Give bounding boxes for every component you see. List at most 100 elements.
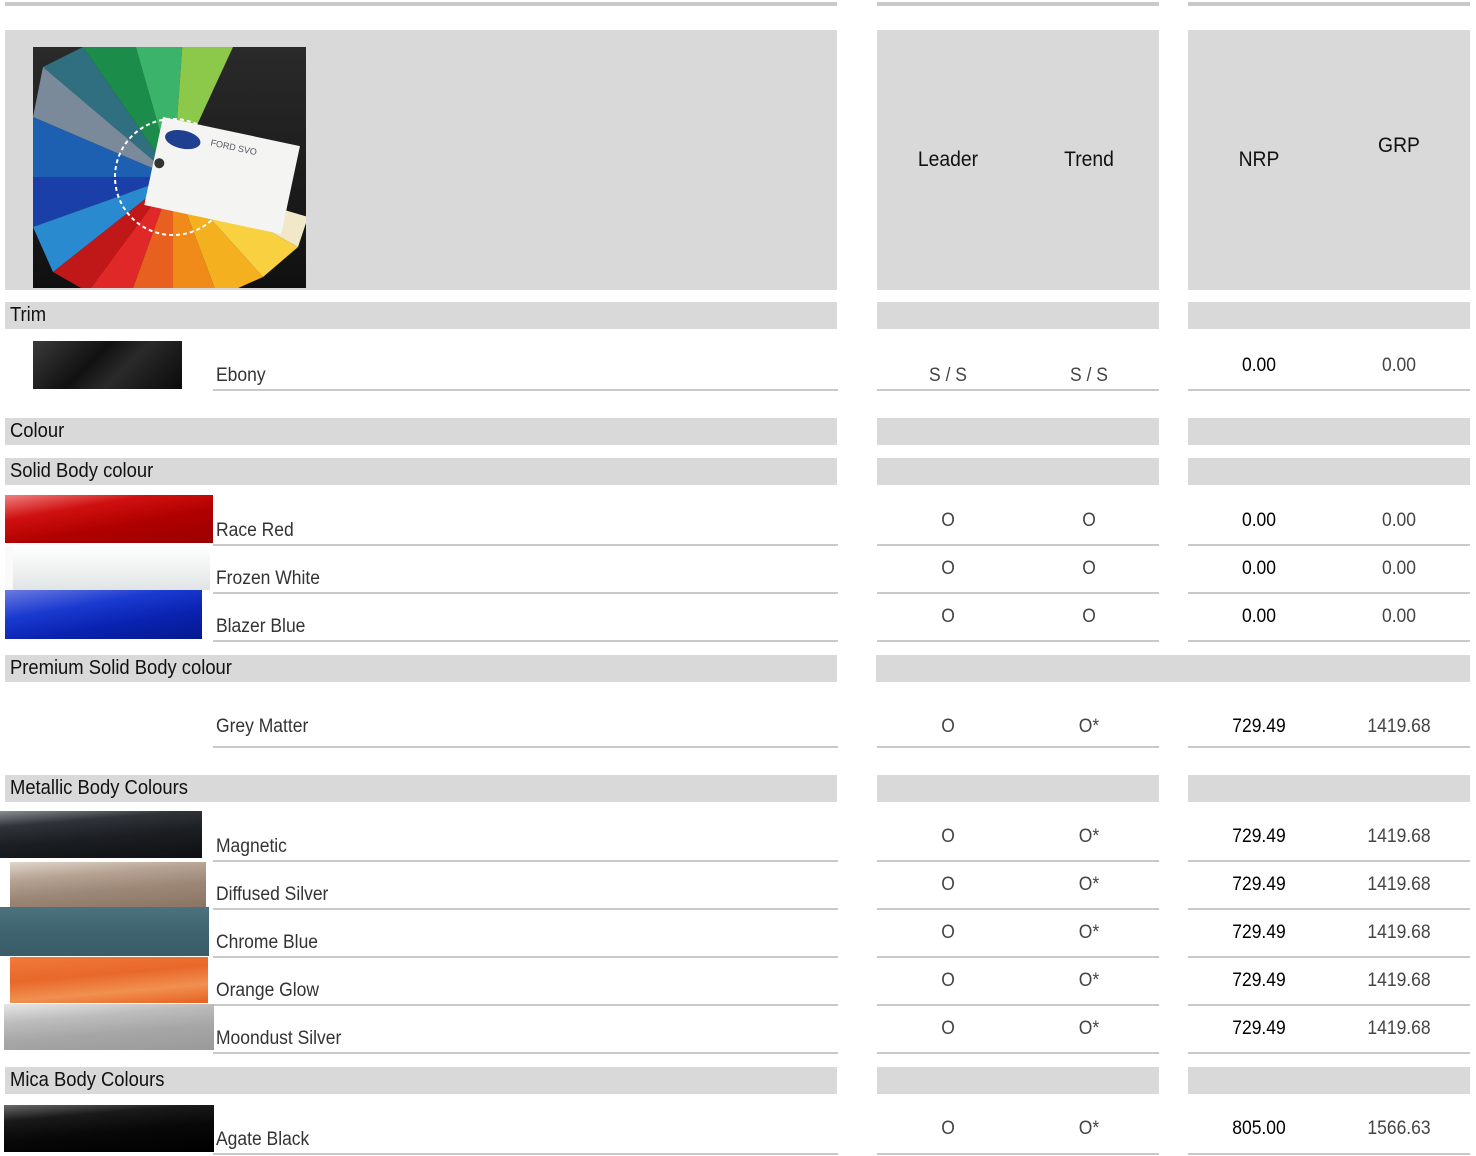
section-bar-colour-mid — [877, 418, 1159, 445]
section-bar-solid-mid — [877, 458, 1159, 485]
trim-swatch-ebony — [33, 341, 182, 389]
top-rule-left — [5, 2, 837, 6]
trend-value: O* — [1078, 922, 1100, 943]
row-underline — [1188, 956, 1470, 958]
paint-fan-deck-image: FORD SVO — [33, 47, 306, 288]
row-name: Frozen White — [216, 568, 320, 589]
row-underline — [213, 1004, 838, 1006]
row-underline — [877, 592, 1159, 594]
section-title-premium: Premium Solid Body colour — [10, 657, 232, 679]
section-title-mica: Mica Body Colours — [10, 1069, 165, 1091]
nrp-value: 729.49 — [1232, 970, 1286, 991]
leader-value: O — [941, 558, 955, 579]
paint-fan-deck-svg: FORD SVO — [33, 47, 306, 288]
nrp-value: 729.49 — [1232, 922, 1286, 943]
nrp-value: 729.49 — [1232, 826, 1286, 847]
row-underline — [877, 640, 1159, 642]
nrp-value: 805.00 — [1232, 1118, 1286, 1139]
grp-value: 1419.68 — [1367, 1018, 1431, 1039]
row-underline — [877, 1153, 1159, 1155]
grp-value: 0.00 — [1381, 606, 1417, 627]
grp-value: 1419.68 — [1367, 826, 1431, 847]
row-underline — [213, 592, 838, 594]
top-rule-middle — [877, 2, 1159, 6]
column-header-leader: Leader — [917, 148, 979, 171]
trend-value: O* — [1078, 1118, 1100, 1139]
leader-value: O — [941, 1018, 955, 1039]
section-bar-trim — [5, 302, 837, 329]
colour-swatch-agate-black — [4, 1105, 214, 1152]
row-underline — [877, 746, 1159, 748]
column-header-trend: Trend — [1064, 148, 1114, 171]
grp-value: 1419.68 — [1367, 716, 1431, 737]
colour-swatch-moondust-silver — [4, 1004, 214, 1050]
row-underline — [1188, 860, 1470, 862]
grp-value: 0.00 — [1381, 510, 1417, 531]
row-underline — [877, 860, 1159, 862]
row-underline — [213, 1052, 838, 1054]
nrp-value: 729.49 — [1232, 874, 1286, 895]
nrp-value: 0.00 — [1241, 355, 1277, 376]
grp-value: 1419.68 — [1367, 970, 1431, 991]
column-header-grp: GRP — [1378, 134, 1420, 157]
nrp-value: 0.00 — [1241, 558, 1277, 579]
section-title-trim: Trim — [10, 304, 47, 326]
colour-swatch-diffused-silver — [10, 862, 206, 907]
row-name: Ebony — [216, 365, 266, 386]
trend-value: O — [1082, 558, 1096, 579]
column-header-nrp: NRP — [1238, 148, 1280, 171]
row-name: Diffused Silver — [216, 884, 329, 905]
row-underline — [1188, 1153, 1470, 1155]
row-underline — [213, 640, 838, 642]
row-underline — [1188, 592, 1470, 594]
row-underline — [877, 956, 1159, 958]
row-name: Race Red — [216, 520, 294, 541]
trend-value: O* — [1078, 874, 1100, 895]
colour-swatch-orange-glow — [10, 957, 208, 1003]
row-underline — [1188, 1052, 1470, 1054]
row-underline — [877, 544, 1159, 546]
leader-value: O — [941, 874, 955, 895]
nrp-value: 729.49 — [1232, 1018, 1286, 1039]
row-underline — [877, 389, 1159, 391]
section-bar-mica-mid — [877, 1067, 1159, 1094]
row-underline — [213, 956, 838, 958]
row-underline — [877, 908, 1159, 910]
row-name: Moondust Silver — [216, 1028, 342, 1049]
trend-value: S / S — [1070, 365, 1108, 386]
section-bar-solid-right — [1188, 458, 1470, 485]
row-name: Grey Matter — [216, 716, 309, 737]
section-bar-mica-right — [1188, 1067, 1470, 1094]
grp-value: 1419.68 — [1367, 922, 1431, 943]
row-underline — [1188, 1004, 1470, 1006]
leader-value: O — [941, 1118, 955, 1139]
trend-value: O — [1082, 510, 1096, 531]
grp-value: 0.00 — [1381, 355, 1417, 376]
trend-value: O* — [1078, 716, 1100, 737]
leader-value: O — [941, 922, 955, 943]
row-underline — [213, 860, 838, 862]
row-underline — [1188, 908, 1470, 910]
row-underline — [1188, 640, 1470, 642]
section-title-colour: Colour — [10, 420, 65, 442]
trend-value: O* — [1078, 826, 1100, 847]
nrp-value: 0.00 — [1241, 510, 1277, 531]
row-underline — [213, 746, 838, 748]
nrp-value: 729.49 — [1232, 716, 1286, 737]
row-name: Agate Black — [216, 1129, 310, 1150]
section-title-solid: Solid Body colour — [10, 460, 154, 482]
row-name: Blazer Blue — [216, 616, 306, 637]
section-bar-colour — [5, 418, 837, 445]
leader-value: O — [941, 510, 955, 531]
grp-value: 1566.63 — [1367, 1118, 1431, 1139]
row-name: Magnetic — [216, 836, 287, 857]
row-underline — [1188, 389, 1470, 391]
colour-swatch-blazer-blue — [5, 590, 202, 639]
row-name: Chrome Blue — [216, 932, 319, 953]
nrp-value: 0.00 — [1241, 606, 1277, 627]
section-bar-premium-right — [876, 655, 1470, 682]
row-underline — [213, 389, 838, 391]
grp-value: 1419.68 — [1367, 874, 1431, 895]
leader-value: O — [941, 826, 955, 847]
leader-value: O — [941, 606, 955, 627]
